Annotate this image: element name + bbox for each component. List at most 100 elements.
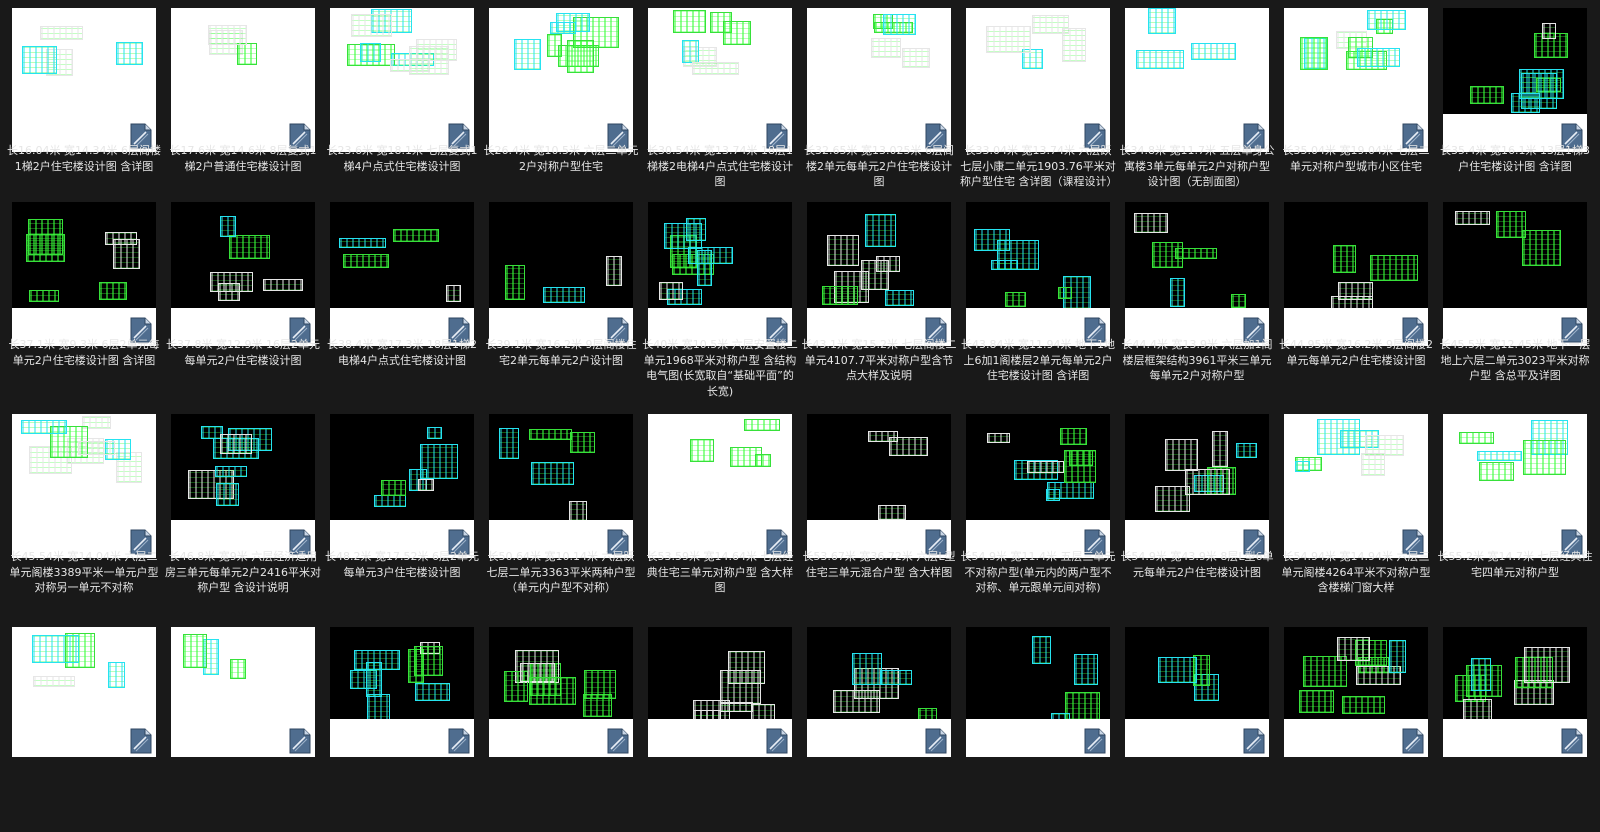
cad-drawing-block	[689, 439, 714, 463]
cad-drawing-block	[1478, 461, 1515, 482]
drawing-thumbnail[interactable]	[648, 627, 792, 757]
file-tile[interactable]	[1431, 627, 1587, 832]
file-tile[interactable]: 长54.9米 宽11.4米 五层三单元不对称户型(单元内的两户型不对称、单元跟单…	[954, 414, 1115, 619]
drawing-thumbnail[interactable]	[1443, 8, 1587, 152]
cad-drawing-block	[530, 461, 575, 486]
drawing-thumbnail[interactable]	[489, 202, 633, 346]
drawing-thumbnail[interactable]	[489, 627, 633, 757]
drawing-thumbnail[interactable]	[966, 414, 1110, 558]
drawing-thumbnail[interactable]	[330, 414, 474, 558]
drawing-thumbnail[interactable]	[807, 627, 951, 757]
drawing-thumbnail[interactable]	[648, 414, 792, 558]
file-tile[interactable]: 长32.65米 宽13.025米 6层阁楼2单元每单元2户住宅楼设计图	[795, 8, 954, 213]
file-tile[interactable]: 长26.4米 宽10.5米 六层二单元2户对称户型住宅	[477, 8, 638, 213]
cad-drawing-block	[663, 222, 702, 249]
drawing-thumbnail[interactable]	[1125, 8, 1269, 152]
file-tile[interactable]	[636, 627, 792, 832]
file-tile[interactable]: 长38.4米 宽17.3米 18层1梯2电梯4户点式住宅楼设计图	[318, 202, 477, 407]
cad-drawing-block	[1369, 254, 1418, 281]
file-tile[interactable]	[477, 627, 633, 832]
drawing-thumbnail[interactable]	[648, 202, 792, 346]
cad-drawing-block	[1165, 438, 1199, 472]
drawing-thumbnail[interactable]	[966, 8, 1110, 152]
file-tile[interactable]: 长16.04米 宽14.34米 6层阁楼1梯2户住宅楼设计图 含详图	[0, 8, 161, 213]
drawing-thumbnail[interactable]	[1443, 627, 1587, 757]
cad-drawing-block	[902, 47, 930, 68]
file-tile[interactable]: 长53.67米 宽36.72米 六层L型住宅三单元混合户型 含大样图	[795, 414, 956, 619]
file-tile[interactable]	[0, 627, 156, 832]
file-tile[interactable]: 长34.8米 宽11.7米 五层单身公寓楼3单元每单元2户对称户型设计图（无剖面…	[1113, 8, 1274, 213]
file-name-label: 长45.5米 宽12.45米 地下一层地上六层二单元3023平米对称户型 含总平…	[1439, 338, 1591, 382]
file-tile[interactable]: 长17.6米 宽14.6米 8层复式1梯2户普通住宅楼设计图	[159, 8, 316, 213]
drawing-thumbnail[interactable]	[966, 202, 1110, 346]
file-tile[interactable]: 长39.1米 宽16.2米 9层阁楼住宅2单元每单元2户设计图	[477, 202, 636, 407]
file-tile[interactable]	[795, 627, 951, 832]
drawing-thumbnail[interactable]	[12, 202, 156, 346]
file-tile[interactable]: 长44.4米 宽13.9米 六层加1阁楼层框架结构3961平米三单元每单元2户对…	[1113, 202, 1272, 407]
cad-drawing-block	[1133, 212, 1168, 234]
file-tile[interactable]: 长46.8米 宽9米 六层经济适用房三单元每单元2户2416平米对称户型 含设计…	[159, 414, 321, 619]
file-tile[interactable]: 长37.1米 宽9.3米 6层2单元每单元2户住宅楼设计图 含详图	[0, 202, 159, 407]
drawing-thumbnail[interactable]	[966, 627, 1110, 757]
cad-drawing-block	[207, 24, 247, 46]
drawing-thumbnail[interactable]	[330, 627, 474, 757]
file-tile[interactable]: 长40米 宽10.5米 六层安置楼二单元1968平米对称户型 含结构电气图(长宽…	[636, 202, 798, 407]
drawing-thumbnail[interactable]	[807, 8, 951, 152]
drawing-thumbnail[interactable]	[1443, 202, 1587, 346]
file-tile[interactable]: 长43.1米 宽15.2米 七层阁楼二单元4107.7平米对称户型含节点大样及说…	[795, 202, 956, 407]
drawing-thumbnail[interactable]	[12, 8, 156, 152]
file-tile[interactable]: 长33.04米 宽13.74米 六层跃七层小康二单元1903.76平米对称户型住…	[954, 8, 1118, 213]
drawing-thumbnail[interactable]	[330, 8, 474, 152]
file-tile[interactable]: 长35.4米 宽16.1米 13层1梯3户住宅楼设计图 含详图	[1431, 8, 1590, 213]
file-tile[interactable]	[159, 627, 315, 832]
file-tile[interactable]: 长54.94米 宽14.94米 六层三单元阁楼4264平米不对称户型 含楼梯门窗…	[1272, 414, 1431, 619]
file-tile[interactable]: 长50.64米 宽10.14米 六层跃七层二单元3363平米两种户型（单元内户型…	[477, 414, 636, 619]
file-tile[interactable]: 长54.9米 宽43.9米 8层L型6单元每单元2户住宅楼设计图	[1113, 414, 1274, 619]
file-tile[interactable]: 长48.2米 宽17.52米 6层2单元每单元3户住宅楼设计图	[318, 414, 479, 619]
drawing-thumbnail[interactable]	[1125, 627, 1269, 757]
drawing-thumbnail[interactable]	[12, 627, 156, 757]
cad-drawing-block	[1061, 28, 1086, 62]
file-tile[interactable]	[954, 627, 1110, 832]
drawing-thumbnail[interactable]	[807, 414, 951, 558]
drawing-thumbnail[interactable]	[1125, 414, 1269, 558]
drawing-thumbnail[interactable]	[1443, 414, 1587, 558]
file-tile[interactable]: 长45.5米 宽12.45米 地下一层地上六层二单元3023平米对称户型 含总平…	[1431, 202, 1590, 407]
file-tile[interactable]	[1113, 627, 1269, 832]
file-tile[interactable]: 长37.8米 宽12.9米 16层2单元每单元2户住宅楼设计图	[159, 202, 320, 407]
file-tile[interactable]: 长44.95米 宽16.2米 9层阁楼2单元每单元2户住宅楼设计图	[1272, 202, 1433, 407]
file-tile[interactable]: 长23.6米 宽18.1米 七层复式1梯4户点式住宅楼设计图	[318, 8, 477, 213]
drawing-thumbnail[interactable]	[1284, 8, 1428, 152]
drawing-thumbnail[interactable]	[1284, 414, 1428, 558]
file-tile[interactable]: 长53.59米 宽14.64米 七层经典住宅三单元对称户型 含大样图	[636, 414, 793, 619]
drawing-thumbnail[interactable]	[1125, 202, 1269, 346]
drawing-thumbnail[interactable]	[171, 202, 315, 346]
drawing-thumbnail[interactable]	[489, 8, 633, 152]
file-tile[interactable]: 长35.04米 宽19.04米 七层二单元对称户型城市小区住宅	[1272, 8, 1429, 213]
file-tile[interactable]: 长55.2米 宽14.7米 七层经典住宅四单元对称户型	[1431, 414, 1592, 619]
cad-drawing-block	[1524, 646, 1571, 683]
file-tile[interactable]: 长30.54米 宽13.74米 18层1梯楼2电梯4户点式住宅楼设计图	[636, 8, 793, 213]
drawing-thumbnail[interactable]	[171, 414, 315, 558]
file-tile[interactable]: 长45.54米 宽14.04米 六层二单元阁楼3389平米一单元户型对称另一单元…	[0, 414, 159, 619]
drawing-thumbnail[interactable]	[807, 202, 951, 346]
cad-drawing-block	[1495, 211, 1526, 238]
cad-drawing-block	[78, 441, 116, 455]
cad-drawing-block	[569, 432, 596, 454]
drawing-thumbnail[interactable]	[1284, 627, 1428, 757]
drawing-thumbnail[interactable]	[171, 8, 315, 152]
cad-drawing-block	[860, 260, 890, 290]
drawing-thumbnail[interactable]	[648, 8, 792, 152]
drawing-thumbnail[interactable]	[1284, 202, 1428, 346]
drawing-thumbnail[interactable]	[330, 202, 474, 346]
file-tile[interactable]	[318, 627, 474, 832]
file-name-label: 长44.95米 宽16.2米 9层阁楼2单元每单元2户住宅楼设计图	[1279, 338, 1433, 367]
file-name-label: 长16.04米 宽14.34米 6层阁楼1梯2户住宅楼设计图 含详图	[7, 144, 161, 173]
drawing-thumbnail[interactable]	[12, 414, 156, 558]
cad-drawing-block	[986, 25, 1032, 53]
drawing-thumbnail[interactable]	[489, 414, 633, 558]
cad-drawing-block	[851, 652, 883, 685]
file-tile[interactable]: 长43.84米 宽11.94米 地下1地上6加1阁楼层2单元每单元2户住宅楼设计…	[954, 202, 1115, 407]
file-tile[interactable]	[1272, 627, 1428, 832]
drawing-thumbnail[interactable]	[171, 627, 315, 757]
